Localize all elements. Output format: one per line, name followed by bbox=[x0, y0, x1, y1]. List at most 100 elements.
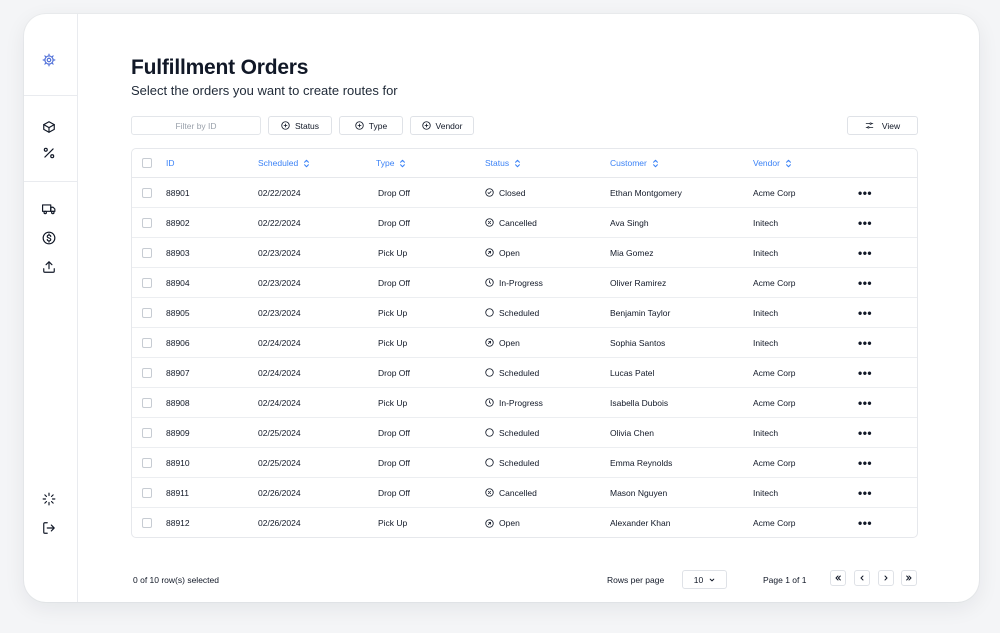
status-filter-label: Status bbox=[294, 120, 320, 131]
table-row[interactable]: 88905 02/23/2024 Pick Up Scheduled Benjamin … bbox=[132, 298, 917, 328]
logout-icon[interactable] bbox=[38, 517, 60, 539]
cell-customer: Lucas Patel bbox=[610, 367, 655, 378]
row-actions-button[interactable]: ••• bbox=[858, 277, 872, 289]
table-row[interactable]: 88903 02/23/2024 Pick Up Open Mia Gomez Inite… bbox=[132, 238, 917, 268]
row-checkbox[interactable] bbox=[142, 187, 152, 198]
row-actions-button[interactable]: ••• bbox=[858, 337, 872, 349]
row-checkbox[interactable] bbox=[142, 518, 152, 528]
cell-type: Drop Off bbox=[378, 487, 410, 498]
cell-vendor: Acme Corp bbox=[753, 367, 796, 378]
cell-scheduled: 02/22/2024 bbox=[258, 217, 301, 228]
status-label: Cancelled bbox=[499, 487, 537, 498]
sidebar-divider bbox=[24, 95, 77, 96]
row-actions-button[interactable]: ••• bbox=[858, 217, 872, 229]
chevron-left-icon bbox=[860, 575, 864, 581]
status-label: Scheduled bbox=[499, 457, 540, 468]
table-row[interactable]: 88902 02/22/2024 Drop Off Cancelled Ava Sing… bbox=[132, 208, 917, 238]
chevrons-left-icon bbox=[835, 575, 841, 581]
check-circle-icon bbox=[485, 188, 494, 197]
column-header-type[interactable]: Type bbox=[376, 149, 406, 177]
table-row[interactable]: 88907 02/24/2024 Drop Off Scheduled Lucas Pa… bbox=[132, 358, 917, 388]
table-row[interactable]: 88901 02/22/2024 Drop Off Closed Ethan Montg… bbox=[132, 178, 917, 208]
upload-icon[interactable] bbox=[38, 256, 60, 278]
cell-customer: Benjamin Taylor bbox=[610, 307, 671, 318]
table-row[interactable]: 88910 02/25/2024 Drop Off Scheduled Emma Rey… bbox=[132, 448, 917, 478]
cell-status: Cancelled bbox=[485, 478, 537, 507]
column-header-vendor[interactable]: Vendor bbox=[753, 149, 792, 177]
cell-id: 88910 bbox=[166, 457, 190, 468]
cell-customer: Mia Gomez bbox=[610, 247, 654, 258]
dollar-icon[interactable] bbox=[38, 227, 60, 249]
vendor-filter-button[interactable]: Vendor bbox=[410, 116, 474, 135]
column-header-id[interactable]: ID bbox=[166, 149, 175, 177]
gear-cluster-icon[interactable] bbox=[38, 49, 60, 71]
table-header: ID Scheduled Type Status Customer Vendor bbox=[132, 149, 917, 178]
cell-status: Scheduled bbox=[485, 298, 539, 327]
row-checkbox[interactable] bbox=[142, 307, 152, 318]
row-actions-button[interactable]: ••• bbox=[858, 307, 872, 319]
status-label: Closed bbox=[499, 187, 526, 198]
status-label: Open bbox=[499, 247, 520, 258]
table-row[interactable]: 88908 02/24/2024 Pick Up In-Progress Isabell… bbox=[132, 388, 917, 418]
cell-type: Pick Up bbox=[378, 518, 408, 528]
sidebar bbox=[24, 14, 78, 602]
view-button[interactable]: View bbox=[847, 116, 918, 135]
cell-customer: Alexander Khan bbox=[610, 518, 671, 528]
row-checkbox[interactable] bbox=[142, 247, 152, 258]
cell-customer: Mason Nguyen bbox=[610, 487, 668, 498]
table-row[interactable]: 88912 02/26/2024 Pick Up Open Alexander Khan… bbox=[132, 508, 917, 537]
table-body: 88901 02/22/2024 Drop Off Closed Ethan Montg… bbox=[132, 178, 917, 537]
cell-id: 88911 bbox=[166, 487, 190, 498]
row-actions-button[interactable]: ••• bbox=[858, 517, 872, 529]
status-filter-button[interactable]: Status bbox=[268, 116, 332, 135]
row-actions-button[interactable]: ••• bbox=[858, 397, 872, 409]
table-row[interactable]: 88909 02/25/2024 Drop Off Scheduled Olivia C… bbox=[132, 418, 917, 448]
cell-id: 88907 bbox=[166, 367, 190, 378]
percent-icon[interactable] bbox=[38, 142, 60, 164]
row-actions-button[interactable]: ••• bbox=[858, 367, 872, 379]
truck-icon[interactable] bbox=[38, 198, 60, 220]
select-all-checkbox[interactable] bbox=[142, 158, 152, 168]
cell-scheduled: 02/23/2024 bbox=[258, 307, 301, 318]
row-actions-button[interactable]: ••• bbox=[858, 187, 872, 199]
table-row[interactable]: 88911 02/26/2024 Drop Off Cancelled Mason Ng… bbox=[132, 478, 917, 508]
loader-icon[interactable] bbox=[38, 488, 60, 510]
first-page-button[interactable] bbox=[830, 570, 846, 586]
cell-id: 88901 bbox=[166, 187, 190, 198]
box-icon[interactable] bbox=[38, 116, 60, 138]
column-header-scheduled[interactable]: Scheduled bbox=[258, 149, 310, 177]
x-circle-icon bbox=[485, 218, 494, 227]
row-checkbox[interactable] bbox=[142, 457, 152, 468]
row-checkbox[interactable] bbox=[142, 337, 152, 348]
chevrons-right-icon bbox=[906, 575, 912, 581]
row-actions-button[interactable]: ••• bbox=[858, 247, 872, 259]
row-checkbox[interactable] bbox=[142, 367, 152, 378]
page-subtitle: Select the orders you want to create rou… bbox=[131, 83, 398, 98]
arrow-circle-icon bbox=[485, 518, 494, 528]
row-checkbox[interactable] bbox=[142, 427, 152, 438]
table-row[interactable]: 88904 02/23/2024 Drop Off In-Progress Oliver… bbox=[132, 268, 917, 298]
cell-vendor: Acme Corp bbox=[753, 518, 796, 528]
table-row[interactable]: 88906 02/24/2024 Pick Up Open Sophia Santos I… bbox=[132, 328, 917, 358]
cell-scheduled: 02/24/2024 bbox=[258, 397, 301, 408]
type-filter-button[interactable]: Type bbox=[339, 116, 403, 135]
page-title: Fulfillment Orders bbox=[131, 56, 309, 79]
previous-page-button[interactable] bbox=[854, 570, 870, 586]
column-header-status[interactable]: Status bbox=[485, 149, 521, 177]
cell-status: Open bbox=[485, 238, 520, 267]
filter-id-input[interactable] bbox=[131, 116, 261, 135]
column-header-customer[interactable]: Customer bbox=[610, 149, 659, 177]
row-actions-button[interactable]: ••• bbox=[858, 487, 872, 499]
row-checkbox[interactable] bbox=[142, 277, 152, 288]
cell-id: 88903 bbox=[166, 247, 190, 258]
row-actions-button[interactable]: ••• bbox=[858, 427, 872, 439]
row-actions-button[interactable]: ••• bbox=[858, 457, 872, 469]
row-checkbox[interactable] bbox=[142, 487, 152, 498]
row-checkbox[interactable] bbox=[142, 397, 152, 408]
row-checkbox[interactable] bbox=[142, 217, 152, 228]
status-label: In-Progress bbox=[499, 277, 543, 288]
cell-type: Drop Off bbox=[378, 427, 410, 438]
last-page-button[interactable] bbox=[901, 570, 917, 586]
rows-per-page-select[interactable]: 10 bbox=[682, 570, 727, 589]
next-page-button[interactable] bbox=[878, 570, 894, 586]
